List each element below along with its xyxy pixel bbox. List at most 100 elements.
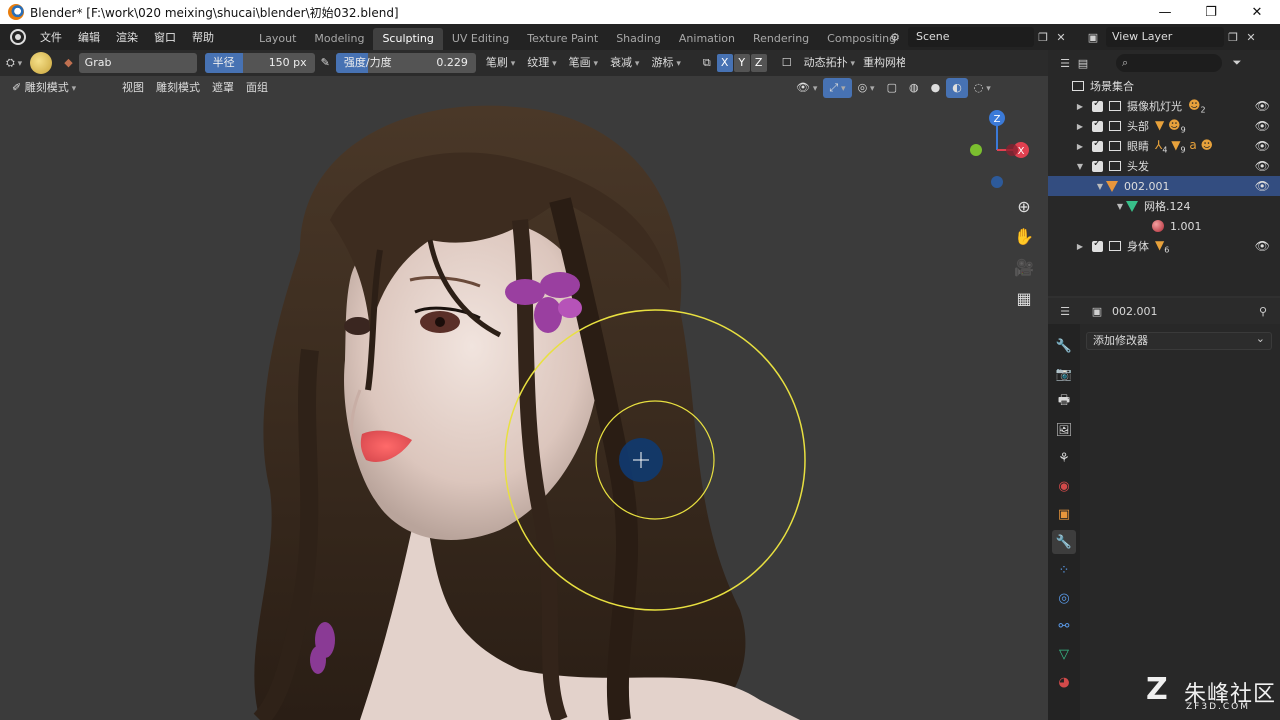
particles-tab-icon[interactable]: ⁘ (1052, 558, 1076, 582)
brush-datablock-icon[interactable]: ◆ (58, 53, 78, 73)
outliner-row-material[interactable]: 1.001 (1048, 216, 1280, 236)
outliner-display-mode-icon[interactable]: ▤ (1074, 54, 1092, 72)
menu-sculpt[interactable]: 雕刻模式 (150, 78, 206, 98)
collapse-arrow-icon[interactable]: ▼ (1074, 162, 1086, 171)
remove-scene-icon[interactable]: ✕ (1052, 28, 1070, 46)
exclude-checkbox[interactable] (1092, 238, 1103, 252)
visibility-eye-icon[interactable]: 👁 (1255, 139, 1270, 153)
collapse-arrow-icon[interactable]: ▼ (1094, 182, 1106, 191)
brush-preview-icon[interactable] (30, 52, 53, 74)
maximize-button[interactable]: ❐ (1188, 0, 1234, 24)
radius-pressure-icon[interactable]: ✎ (315, 53, 336, 73)
menu-view[interactable]: 视图 (116, 78, 150, 98)
outliner-row-mesh-data[interactable]: ▼ 网格.124 (1048, 196, 1280, 216)
remove-view-layer-icon[interactable]: ✕ (1242, 28, 1260, 46)
outliner-row-hair[interactable]: ▼ 头发 👁 (1048, 156, 1280, 176)
menu-file[interactable]: 文件 (32, 29, 70, 45)
visibility-eye-icon[interactable]: 👁 (1255, 99, 1270, 113)
render-tab-icon[interactable]: 📷 (1052, 362, 1076, 386)
collapse-arrow-icon[interactable]: ▼ (1114, 202, 1126, 211)
view-layer-icon[interactable]: ▣ (1084, 28, 1102, 46)
symmetry-z-toggle[interactable]: Z (750, 54, 767, 72)
expand-arrow-icon[interactable]: ▶ (1074, 242, 1086, 251)
dyntopo-checkbox[interactable]: ☐ (776, 53, 798, 73)
new-view-layer-icon[interactable]: ❐ (1224, 28, 1242, 46)
visibility-eye-icon[interactable]: 👁 (1255, 179, 1270, 193)
menu-window[interactable]: 窗口 (146, 29, 184, 45)
tool-tab-icon[interactable]: 🔧 (1052, 334, 1076, 358)
zoom-view-icon[interactable]: ⊕ (1011, 193, 1037, 219)
menu-mask[interactable]: 遮罩 (206, 78, 240, 98)
tab-rendering[interactable]: Rendering (744, 28, 818, 50)
menu-edit[interactable]: 编辑 (70, 29, 108, 45)
texture-menu[interactable]: 纹理 (521, 53, 562, 73)
overlay-toggle-icon[interactable]: ◎ (852, 78, 881, 98)
xray-toggle-icon[interactable]: ▢ (881, 78, 903, 98)
stroke-menu[interactable]: 笔画 (563, 53, 604, 73)
close-button[interactable]: ✕ (1234, 0, 1280, 24)
shading-material-icon[interactable]: ◐ (946, 78, 968, 98)
exclude-checkbox[interactable] (1092, 98, 1103, 112)
visibility-eye-icon[interactable]: 👁 (1255, 159, 1270, 173)
constraints-tab-icon[interactable]: ⚯ (1052, 614, 1076, 638)
tool-type-dropdown[interactable]: ⛭ (0, 53, 28, 73)
menu-render[interactable]: 渲染 (108, 29, 146, 45)
outliner-filter-icon[interactable]: ⏷ (1228, 54, 1246, 72)
outliner-scene-collection[interactable]: 场景集合 (1048, 76, 1280, 96)
outliner-editor-type-icon[interactable]: ☰ (1056, 54, 1074, 72)
outliner-row-object-002-001[interactable]: ▼ 002.001 👁 (1048, 176, 1280, 196)
scene-icon[interactable]: ⚙ (886, 28, 904, 46)
view-layer-name-field[interactable]: View Layer (1106, 27, 1224, 47)
exclude-checkbox[interactable] (1092, 158, 1103, 172)
dyntopo-menu[interactable]: 动态拓扑 (798, 53, 861, 73)
sculpt-scene[interactable] (0, 50, 1048, 720)
falloff-menu[interactable]: 衰减 (604, 53, 645, 73)
tab-layout[interactable]: Layout (250, 28, 305, 50)
tab-sculpting[interactable]: Sculpting (373, 28, 443, 50)
material-tab-icon[interactable]: ◕ (1052, 670, 1076, 694)
exclude-checkbox[interactable] (1092, 118, 1103, 132)
modifier-tab-icon[interactable]: 🔧 (1052, 530, 1076, 554)
brush-menu[interactable]: 笔刷 (480, 53, 521, 73)
tab-animation[interactable]: Animation (670, 28, 744, 50)
new-scene-icon[interactable]: ❐ (1034, 28, 1052, 46)
output-tab-icon[interactable]: 🖶 (1052, 390, 1076, 414)
3d-viewport[interactable]: ⛭ ◆ Grab 半径 150 px ✎ 强度/力度 0.229 笔刷 纹理 笔… (0, 50, 1048, 720)
tab-uv-editing[interactable]: UV Editing (443, 28, 518, 50)
cursor-menu[interactable]: 游标 (645, 53, 686, 73)
properties-editor-type-icon[interactable]: ☰ (1056, 302, 1074, 320)
outliner-row-body[interactable]: ▶ 身体 ▼6 👁 (1048, 236, 1280, 256)
gizmo-toggle-icon[interactable]: ⤢ (823, 78, 852, 98)
outliner-row-eyes[interactable]: ▶ 眼睛 ⅄4 ▼9 a ☻ 👁 (1048, 136, 1280, 156)
tab-shading[interactable]: Shading (607, 28, 670, 50)
outliner-row-head[interactable]: ▶ 头部 ▼ ☻9 👁 (1048, 116, 1280, 136)
shading-rendered-icon[interactable]: ◌ (968, 78, 997, 98)
navigation-gizmo[interactable]: Z X (960, 108, 1040, 198)
symmetry-icon[interactable]: ⧉ (697, 53, 717, 73)
pan-view-icon[interactable]: ✋ (1011, 223, 1037, 249)
pin-icon[interactable]: ⚲ (1254, 302, 1272, 320)
brush-name-field[interactable]: Grab (78, 53, 197, 73)
tab-modeling[interactable]: Modeling (305, 28, 373, 50)
exclude-checkbox[interactable] (1092, 138, 1103, 152)
expand-arrow-icon[interactable]: ▶ (1074, 122, 1086, 131)
expand-arrow-icon[interactable]: ▶ (1074, 142, 1086, 151)
shading-wireframe-icon[interactable]: ◍ (903, 78, 925, 98)
perspective-toggle-icon[interactable]: ▦ (1011, 285, 1037, 311)
radius-slider[interactable]: 半径 150 px (204, 53, 315, 73)
scene-tab-icon[interactable]: ⚘ (1052, 446, 1076, 470)
view-layer-tab-icon[interactable]: 🖼 (1052, 418, 1076, 442)
physics-tab-icon[interactable]: ◎ (1052, 586, 1076, 610)
blender-logo-icon[interactable] (10, 29, 26, 45)
outliner-search-input[interactable]: ⌕ (1116, 54, 1222, 72)
visibility-eye-icon[interactable]: 👁 (1255, 119, 1270, 133)
strength-slider[interactable]: 强度/力度 0.229 (335, 53, 476, 73)
add-modifier-dropdown[interactable]: 添加修改器 (1086, 331, 1272, 350)
minimize-button[interactable]: — (1142, 0, 1188, 24)
camera-view-icon[interactable]: 🎥 (1011, 254, 1037, 280)
object-tab-icon[interactable]: ▣ (1052, 502, 1076, 526)
menu-help[interactable]: 帮助 (184, 29, 222, 45)
expand-arrow-icon[interactable]: ▶ (1074, 102, 1086, 111)
shading-solid-icon[interactable]: ● (925, 78, 947, 98)
scene-name-field[interactable]: Scene (908, 27, 1034, 47)
